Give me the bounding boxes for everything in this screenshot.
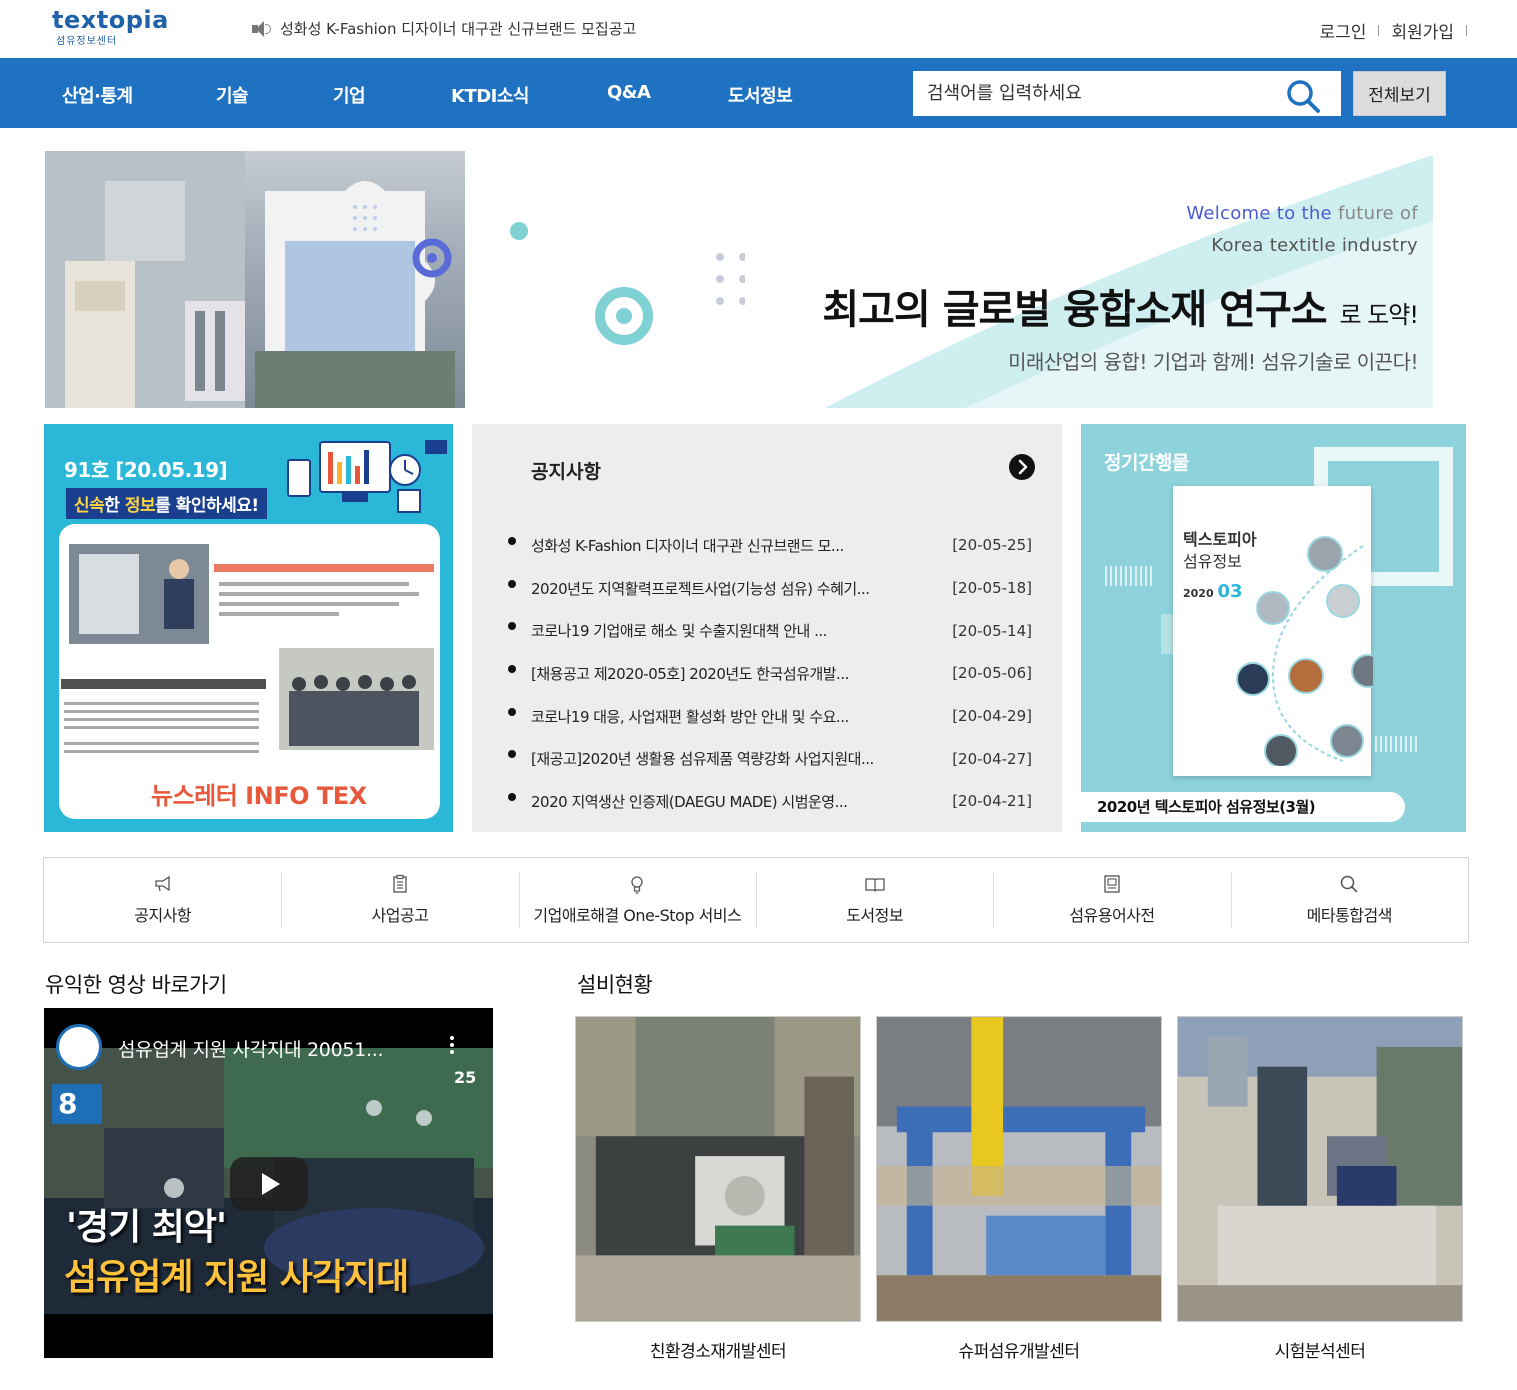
site-logo[interactable]: textopia 섬유정보센터 <box>52 6 169 47</box>
periodical-card[interactable]: 정기간행물 텍스토피아 섬유정보 2020 03 2020년 텍스토피아 섬유정… <box>1081 424 1466 832</box>
video-title[interactable]: 섬유업계 지원 사각지대 20051... <box>118 1035 383 1062</box>
video-caption-line2: 섬유업계 지원 사각지대 <box>64 1256 409 1298</box>
main-nav: 산업·통계 기술 기업 KTDI소식 Q&A 도서정보 전체보기 <box>0 58 1517 128</box>
search-icon[interactable] <box>1285 78 1321 114</box>
newsletter-brand: 뉴스레터 INFO TEX <box>151 782 367 810</box>
hero-subline: 미래산업의 융합! 기업과 함께! 섬유기술로 이끈다! <box>1008 350 1418 374</box>
periodical-caption[interactable]: 2020년 텍스토피아 섬유정보(3월) <box>1081 792 1405 822</box>
quick-link-meta-search[interactable]: 메타통합검색 <box>1230 858 1468 942</box>
notice-board: 공지사항 성화성 K-Fashion 디자이너 대구관 신규브랜드 모... [2… <box>472 424 1062 832</box>
newsletter-tagline: 신속한 정보를 확인하세요! <box>66 488 267 519</box>
nav-item-industry[interactable]: 산업·통계 <box>62 82 133 108</box>
video-caption-line1: '경기 최악' <box>66 1206 227 1248</box>
quick-link-business[interactable]: 사업공고 <box>281 858 518 942</box>
signup-link[interactable]: 회원가입 <box>1391 18 1454 43</box>
search-icon <box>1341 875 1358 893</box>
hero-korea-text: Korea textitle industry <box>1211 235 1418 256</box>
facility-label-test-analysis[interactable]: 시험분석센터 <box>1177 1337 1463 1362</box>
nav-item-tech[interactable]: 기술 <box>216 82 249 108</box>
lightbulb-icon <box>631 876 643 894</box>
logo-subtitle: 섬유정보센터 <box>56 36 118 47</box>
play-button-icon[interactable] <box>230 1157 308 1211</box>
quick-links-bar: 공지사항 사업공고 기업애로해결 One-Stop 서비스 도서정보 섬유용어사… <box>43 857 1469 943</box>
hero-banner[interactable]: Welcome to the future of Korea textitle … <box>45 151 1433 408</box>
facility-label-super-fiber[interactable]: 슈퍼섬유개발센터 <box>876 1337 1162 1362</box>
facility-photo-super-fiber[interactable] <box>876 1016 1162 1322</box>
more-menu-icon[interactable] <box>448 1036 456 1056</box>
facility-section-title: 설비현황 <box>577 973 653 997</box>
video-section-title: 유익한 영상 바로가기 <box>45 973 227 997</box>
facility-photo-eco[interactable] <box>575 1016 861 1322</box>
clipboard-icon <box>393 874 407 893</box>
anniversary-badge: 25 <box>454 1068 477 1087</box>
view-all-button[interactable]: 전체보기 <box>1353 71 1446 116</box>
hero-decor-circles <box>353 205 745 345</box>
periodical-title: 정기간행물 <box>1104 452 1189 474</box>
hero-headline: 최고의 글로벌 융합소재 연구소 로 도약! <box>822 286 1419 333</box>
cover-graphic <box>1236 536 1373 766</box>
dictionary-icon <box>1104 875 1120 893</box>
list-item[interactable]: 2020년도 지역활력프로젝트사업(기능성 섬유) 수혜기... [20-05-1… <box>508 567 1032 610</box>
list-item[interactable]: [채용공고 제2020-05호] 2020년도 한국섬유개발... [20-05-… <box>508 652 1032 695</box>
nav-item-ktdi-news[interactable]: KTDI소식 <box>451 82 530 108</box>
nav-item-books[interactable]: 도서정보 <box>728 82 793 108</box>
notice-more-button[interactable] <box>1009 454 1035 480</box>
quick-link-one-stop[interactable]: 기업애로해결 One-Stop 서비스 <box>518 858 756 942</box>
video-player[interactable]: 섬유업계 지원 사각지대 20051... 8 25 '경기 최악' 섬유업계 … <box>44 1008 493 1358</box>
channel-avatar[interactable] <box>56 1024 102 1070</box>
tbc-news-badge: 8 <box>52 1084 102 1124</box>
chevron-right-icon <box>1018 459 1028 475</box>
list-item[interactable]: 코로나19 대응, 사업재편 활성화 방안 안내 및 수요... [20-04-2… <box>508 695 1032 738</box>
login-link[interactable]: 로그인 <box>1320 18 1367 43</box>
speaker-icon <box>252 20 272 38</box>
divider <box>1378 25 1380 36</box>
list-item[interactable]: 코로나19 기업애로 해소 및 수출지원대책 안내 ... [20-05-14] <box>508 609 1032 652</box>
top-bar: textopia 섬유정보센터 성화성 K-Fashion 디자이너 대구관 신… <box>0 0 1517 58</box>
logo-text: textopia <box>52 6 169 34</box>
list-item[interactable]: [재공고]2020년 생활용 섬유제품 역량강화 사업지원대... [20-04-… <box>508 737 1032 780</box>
nav-item-qna[interactable]: Q&A <box>607 82 651 103</box>
megaphone-icon <box>155 875 170 892</box>
book-icon <box>864 878 885 892</box>
periodical-cover[interactable]: 텍스토피아 섬유정보 2020 03 <box>1173 486 1373 776</box>
quick-link-notice[interactable]: 공지사항 <box>44 858 281 942</box>
quick-link-books[interactable]: 도서정보 <box>755 858 993 942</box>
newsletter-issue: 91호 [20.05.19] <box>64 458 228 482</box>
facility-label-eco[interactable]: 친환경소재개발센터 <box>575 1337 861 1362</box>
auth-links: 로그인 회원가입 <box>1320 18 1467 43</box>
search-input[interactable] <box>913 71 1283 116</box>
hero-welcome-text: Welcome to the future of <box>1186 203 1418 224</box>
notice-ticker[interactable]: 성화성 K-Fashion 디자이너 대구관 신규브랜드 모집공고 <box>252 18 636 39</box>
list-item[interactable]: 2020 지역생산 인증제(DAEGU MADE) 시범운영... [20-04-… <box>508 780 1032 823</box>
ticker-text[interactable]: 성화성 K-Fashion 디자이너 대구관 신규브랜드 모집공고 <box>280 18 636 39</box>
facility-photo-test-analysis[interactable] <box>1177 1016 1463 1322</box>
notice-list: 성화성 K-Fashion 디자이너 대구관 신규브랜드 모... [20-05-… <box>508 524 1032 823</box>
divider <box>1466 25 1467 36</box>
newsletter-illustration <box>287 440 447 513</box>
nav-item-company[interactable]: 기업 <box>333 82 366 108</box>
newsletter-preview <box>59 524 440 819</box>
notice-board-title: 공지사항 <box>531 461 601 483</box>
list-item[interactable]: 성화성 K-Fashion 디자이너 대구관 신규브랜드 모... [20-05-… <box>508 524 1032 567</box>
newsletter-card[interactable]: 91호 [20.05.19] 신속한 정보를 확인하세요! 뉴스레터 INFO … <box>44 424 453 832</box>
quick-link-dictionary[interactable]: 섬유용어사전 <box>993 858 1230 942</box>
search-box <box>913 71 1341 116</box>
